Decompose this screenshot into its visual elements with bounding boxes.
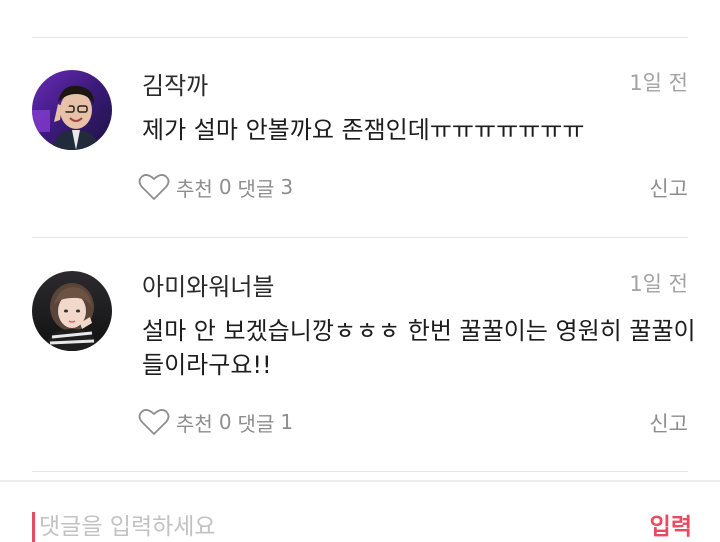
avatar-photo-icon — [32, 271, 112, 351]
comment-actions: 추천 0 댓글 3 — [138, 171, 299, 203]
comment-input[interactable] — [32, 512, 599, 542]
reply-label[interactable]: 댓글 — [238, 408, 275, 437]
like-count: 0 — [218, 410, 232, 434]
reply-count: 3 — [280, 175, 294, 199]
avatar[interactable] — [32, 271, 112, 351]
comment-input-bar: 입력 — [0, 480, 720, 542]
submit-button[interactable]: 입력 — [650, 512, 692, 542]
comment-text: 설마 안 보겠습니깡ㅎㅎㅎ 한번 꿀꿀이는 영원히 꿀꿀이들이라구요!! — [142, 317, 696, 379]
reply-count: 1 — [280, 410, 294, 434]
avatar[interactable] — [32, 70, 112, 150]
comment-author[interactable]: 김작까 — [142, 70, 208, 102]
comment-time: 1일 전 — [629, 272, 688, 296]
comment-text: 제가 설마 안볼까요 존잼인데ㅠㅠㅠㅠㅠㅠㅠ — [142, 116, 585, 144]
report-button[interactable]: 신고 — [649, 408, 688, 440]
reply-label[interactable]: 댓글 — [238, 173, 275, 202]
comment-author[interactable]: 아미와워너블 — [142, 271, 274, 303]
heart-icon[interactable] — [138, 407, 170, 437]
divider — [32, 471, 688, 472]
like-count: 0 — [218, 175, 232, 199]
divider — [32, 237, 688, 238]
avatar-photo-icon — [32, 70, 112, 150]
report-button[interactable]: 신고 — [649, 173, 688, 205]
like-label[interactable]: 추천 — [176, 408, 213, 437]
divider — [32, 37, 688, 38]
comment-time: 1일 전 — [629, 71, 688, 95]
like-label[interactable]: 추천 — [176, 173, 213, 202]
heart-icon[interactable] — [138, 172, 170, 202]
comment-actions: 추천 0 댓글 1 — [138, 406, 299, 438]
